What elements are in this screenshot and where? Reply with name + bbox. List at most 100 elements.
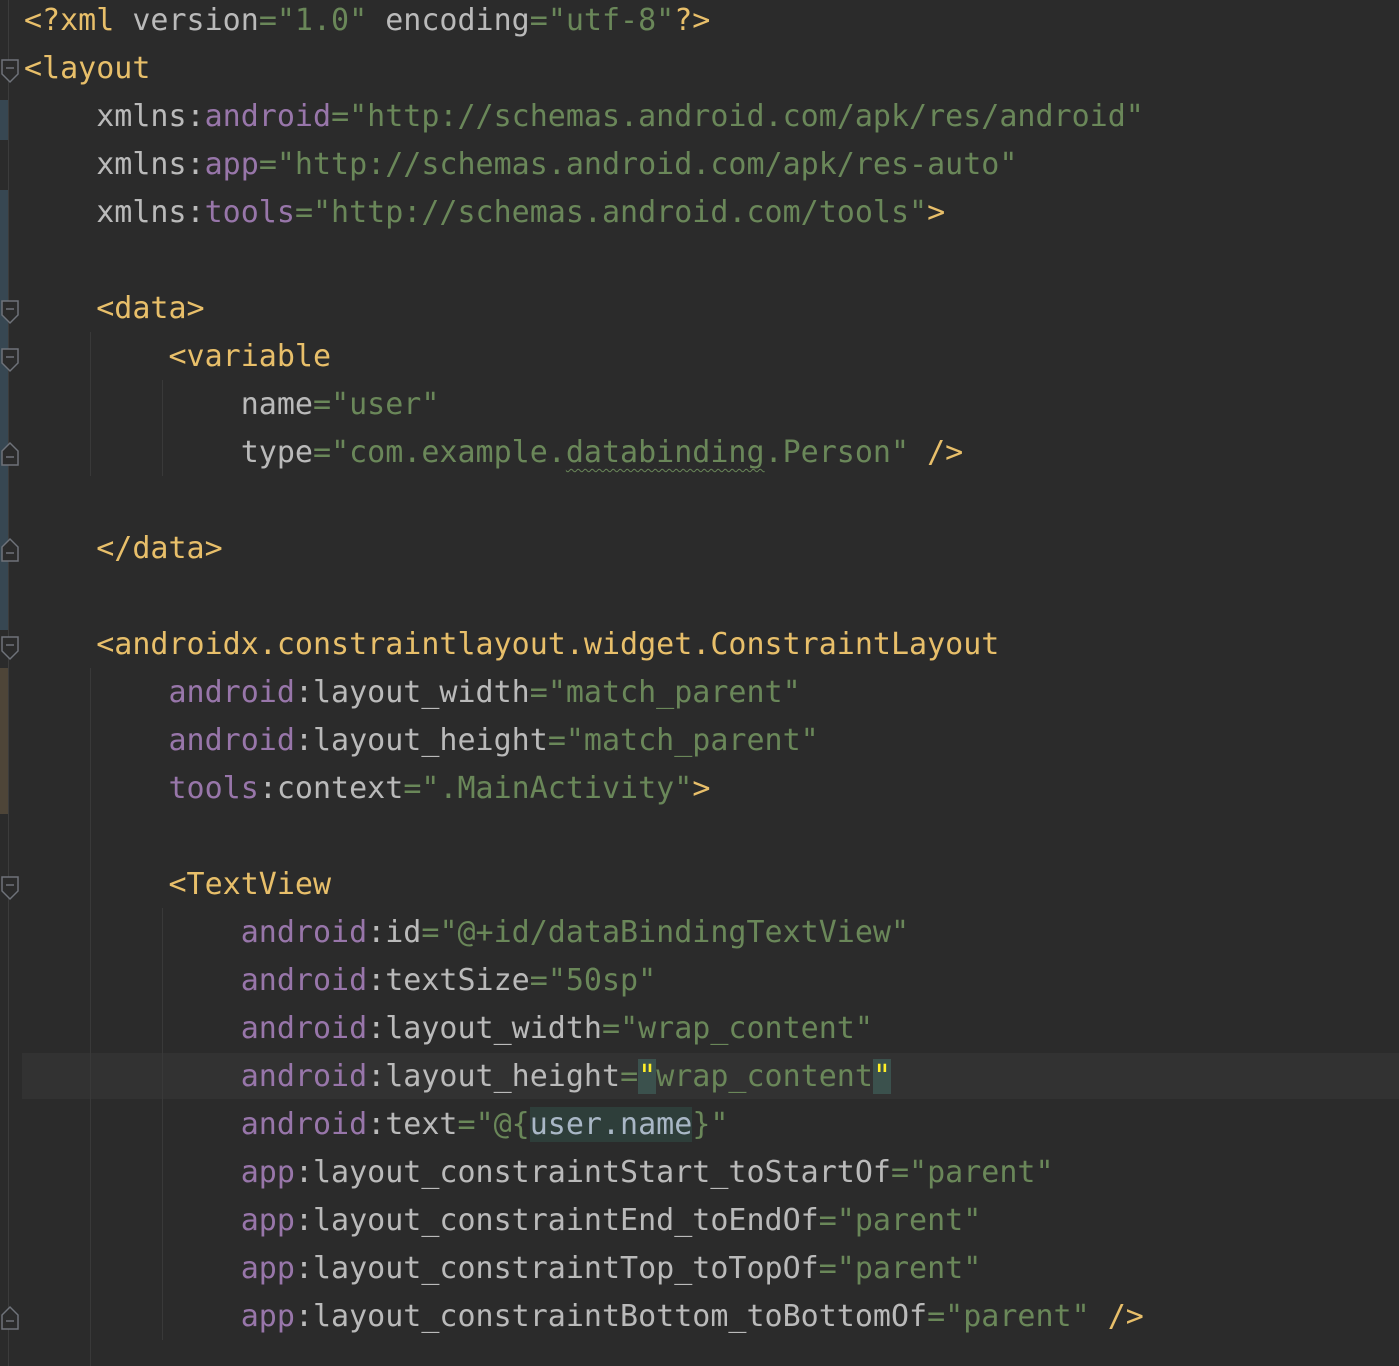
code-line-2[interactable]: <layout [24,45,150,93]
attr-name: version [132,3,259,38]
equals-sign: = [457,1107,476,1142]
tag-open: <TextView [168,867,332,902]
attr-value: "parent" [945,1299,1090,1334]
xml-declaration-open: <?xml [24,3,133,38]
namespace: android [240,915,368,950]
equals-sign: = [602,1011,621,1046]
attr-value: wrap_content [656,1059,873,1094]
fold-open-icon[interactable] [1,58,19,84]
equals-sign: = [258,147,277,182]
typo-marked-word[interactable]: databinding [566,435,765,470]
code-line-17[interactable]: tools:context=".MainActivity"> [24,765,711,813]
code-line-23-caret[interactable]: android:layout_height="wrap_content" [24,1053,891,1101]
code-line-25[interactable]: app:layout_constraintStart_toStartOf="pa… [24,1149,1054,1197]
attr-value: "1.0" [276,3,368,38]
code-line-27[interactable]: app:layout_constraintTop_toTopOf="parent… [24,1245,982,1293]
attr-name: :layout_height [294,723,548,758]
fold-close-icon[interactable] [1,1305,19,1331]
attr-name: name [240,387,313,422]
attr-name: :layout_constraintTop_toTopOf [294,1251,819,1286]
namespace: android [240,1107,368,1142]
tag-self-close: /> [927,435,964,470]
attr-value: "http://schemas.android.com/apk/res-auto… [276,147,1018,182]
equals-sign: = [818,1251,837,1286]
namespace: app [204,147,259,182]
fold-open-icon[interactable] [1,347,19,373]
namespace: app [240,1203,295,1238]
fold-open-icon[interactable] [1,635,19,661]
change-marker-modified[interactable] [0,190,8,630]
binding-expression-open: "@{ [475,1107,530,1142]
attr-value: "@+id/dataBindingTextView" [439,915,910,950]
binding-expression-close: }" [692,1107,729,1142]
attr-value: "com.example. [331,435,566,470]
change-marker-added[interactable] [0,668,8,814]
code-line-26[interactable]: app:layout_constraintEnd_toEndOf="parent… [24,1197,982,1245]
attr-name: :layout_width [294,675,530,710]
equals-sign: = [890,1155,910,1190]
equals-sign: = [313,387,332,422]
code-line-15[interactable]: android:layout_width="match_parent" [24,669,801,717]
fold-close-icon[interactable] [1,441,19,467]
attr-name: :id [367,915,422,950]
code-line-3[interactable]: xmlns:android="http://schemas.android.co… [24,93,1144,141]
change-marker-modified[interactable] [0,100,8,140]
namespace: android [240,963,368,998]
attr-value: ".MainActivity" [421,771,693,806]
matched-quote-open: " [638,1059,657,1094]
namespace: tools [204,195,295,230]
code-line-7[interactable]: <data> [24,285,205,333]
tag-open: <data> [96,291,205,326]
equals-sign: = [258,3,277,38]
namespace: android [168,723,295,758]
fold-open-icon[interactable] [1,299,19,325]
code-line-5[interactable]: xmlns:tools="http://schemas.android.com/… [24,189,945,237]
code-editor[interactable]: <?xml version="1.0" encoding="utf-8"?> <… [0,0,1399,1366]
code-line-1[interactable]: <?xml version="1.0" encoding="utf-8"?> [24,0,710,45]
code-line-21[interactable]: android:textSize="50sp" [24,957,656,1005]
tag-open: <layout [24,51,151,86]
code-line-20[interactable]: android:id="@+id/dataBindingTextView" [24,909,909,957]
tag-self-close: /> [1107,1299,1144,1334]
attr-name: :layout_constraintBottom_toBottomOf [294,1299,928,1334]
editor-gutter[interactable] [0,0,22,1366]
fold-close-icon[interactable] [1,537,19,563]
code-line-19[interactable]: <TextView [24,861,332,909]
binding-expression[interactable]: user.name [529,1107,693,1142]
code-line-10[interactable]: type="com.example.databinding.Person" /> [24,429,964,477]
fold-open-icon[interactable] [1,875,19,901]
attr-name: :layout_constraintEnd_toEndOf [294,1203,819,1238]
attr-name: :layout_constraintStart_toStartOf [294,1155,891,1190]
equals-sign: = [421,915,440,950]
attr-name: :text [367,1107,458,1142]
attr-value: "http://schemas.android.com/apk/res/andr… [349,99,1144,134]
code-line-8[interactable]: <variable [24,333,332,381]
code-line-24[interactable]: android:text="@{user.name}" [24,1101,728,1149]
attr-name: xmlns: [96,195,205,230]
code-line-12[interactable]: </data> [24,525,223,573]
attr-name: xmlns: [96,147,205,182]
equals-sign: = [620,1059,639,1094]
code-line-22[interactable]: android:layout_width="wrap_content" [24,1005,873,1053]
code-line-16[interactable]: android:layout_height="match_parent" [24,717,819,765]
code-line-4[interactable]: xmlns:app="http://schemas.android.com/ap… [24,141,1017,189]
namespace: android [240,1059,368,1094]
attr-name: :layout_height [367,1059,621,1094]
tag-close: </data> [96,531,223,566]
code-line-14[interactable]: <androidx.constraintlayout.widget.Constr… [24,621,999,669]
code-line-9[interactable]: name="user" [24,381,440,429]
code-line-28[interactable]: app:layout_constraintBottom_toBottomOf="… [24,1293,1144,1341]
equals-sign: = [927,1299,946,1334]
